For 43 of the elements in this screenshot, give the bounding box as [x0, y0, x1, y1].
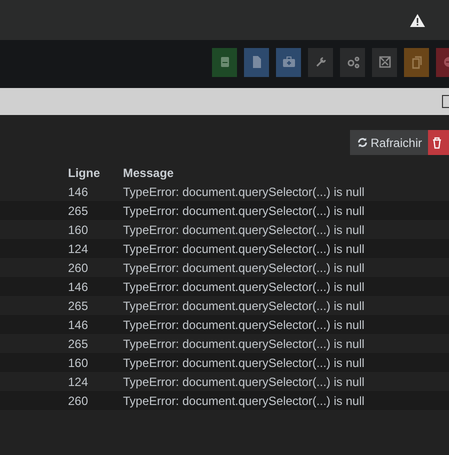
table-cell: TypeError: document.querySelector(...) is null [123, 184, 364, 198]
table-cell: TypeError: document.querySelector(...) is null [123, 356, 364, 370]
column-header: Ligne [68, 166, 101, 180]
table-cell: TypeError: document.querySelector(...) is null [123, 318, 364, 332]
table-cell-text: 260 [68, 260, 90, 274]
table-cell: TypeError: document.querySelector(...) is null [123, 242, 364, 256]
table-cell-text: 146 [68, 318, 90, 332]
table-cell: TypeError: document.querySelector(...) is null [123, 394, 364, 408]
toolbar-button[interactable] [244, 48, 269, 76]
warning-icon[interactable] [410, 14, 425, 26]
table-cell: TypeError: document.querySelector(...) is null [123, 204, 364, 218]
toolbar-button[interactable] [276, 48, 301, 76]
table-cell-text: 265 [68, 336, 90, 350]
table-cell: TypeError: document.querySelector(...) is null [123, 260, 364, 274]
table-cell: TypeError: document.querySelector(...) is null [123, 336, 364, 350]
table-cell-text: 265 [68, 298, 90, 312]
table-cell: TypeError: document.querySelector(...) is null [123, 374, 364, 388]
toolbar-button[interactable] [340, 48, 365, 76]
image-icon [378, 55, 392, 69]
wrench-icon [314, 55, 328, 69]
column-header: Message [123, 166, 174, 180]
trash-icon [432, 136, 442, 148]
table-cell-text: 146 [68, 280, 90, 294]
refresh-icon [356, 137, 368, 148]
toolbar-button[interactable] [212, 48, 237, 76]
table-cell-text: 260 [68, 394, 90, 408]
toolbar-button[interactable] [308, 48, 333, 76]
table-cell-text: 146 [68, 184, 90, 198]
table-cell: TypeError: document.querySelector(...) is null [123, 222, 364, 236]
copy-icon [410, 55, 424, 69]
table-cell-text: 160 [68, 356, 90, 370]
refresh-button[interactable]: Rafraichir [350, 130, 428, 155]
gears-icon [346, 55, 360, 69]
table-cell: TypeError: document.querySelector(...) is null [123, 280, 364, 294]
toolbar-button[interactable] [404, 48, 429, 76]
first-aid-kit-icon [282, 55, 296, 69]
table-cell-text: 160 [68, 222, 90, 236]
toolbar-button[interactable] [372, 48, 397, 76]
table-cell-text: 124 [68, 374, 90, 388]
table-cell-text: 265 [68, 204, 90, 218]
table-cell: TypeError: document.querySelector(...) is null [123, 298, 364, 312]
delete-button[interactable] [428, 130, 449, 155]
table-cell-text: 124 [68, 242, 90, 256]
